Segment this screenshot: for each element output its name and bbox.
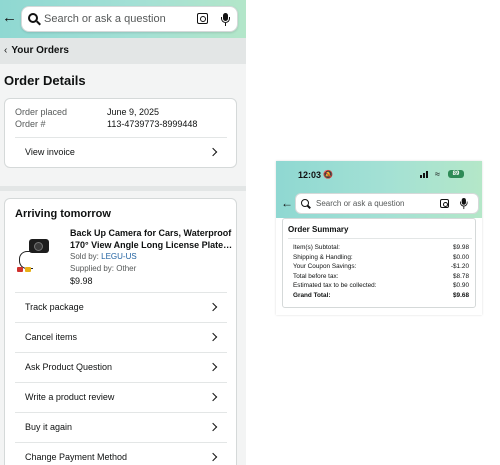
summary-row-shipping: Shipping & Handling: $0.00 [293,253,469,262]
back-arrow-icon[interactable]: ← [281,197,293,209]
view-invoice-label: View invoice [25,147,75,157]
summary-value: $9.98 [453,244,469,251]
search-icon [301,199,312,210]
divider [15,322,227,323]
action-label: Change Payment Method [25,452,128,462]
chevron-right-icon [208,422,218,432]
seller-link[interactable]: LEGU-US [101,252,137,261]
camera-icon[interactable] [197,13,208,24]
order-number-label: Order # [15,119,46,129]
chevron-right-icon [208,147,218,157]
product-camera-lens [34,242,43,251]
product-plug-red [17,267,23,272]
mic-icon[interactable] [221,13,230,26]
product-plug-yellow [25,267,31,272]
action-cancel-items[interactable]: Cancel items [5,322,238,352]
search-icon [28,13,42,27]
battery-icon: 89 [448,170,464,178]
supplied-by: Supplied by: Other [70,264,137,273]
bell-icon: 🔕 [323,170,333,179]
divider [15,412,227,413]
delivery-status-heading: Arriving tomorrow [15,208,111,220]
divider [15,292,227,293]
chevron-right-icon [208,302,218,312]
action-buy-again[interactable]: Buy it again [5,412,238,442]
search-placeholder: Search or ask a question [44,13,166,25]
order-summary-title: Order Summary [288,225,349,234]
action-write-review[interactable]: Write a product review [5,382,238,412]
status-time: 12:03 [298,170,322,180]
product-image[interactable] [15,229,61,275]
order-summary-card: Order Summary Item(s) Subtotal: $9.98 Sh… [282,218,476,308]
divider [15,442,227,443]
action-ask-product-question[interactable]: Ask Product Question [5,352,238,382]
page-title: Order Details [4,73,86,88]
order-details-screen: ← Search or ask a question ‹ Your Orders … [0,0,246,465]
action-label: Buy it again [25,422,73,432]
summary-row-coupon: Your Coupon Savings: -$1.20 [293,262,469,271]
product-title-line-2: 170° View Angle Long License Plate… [70,240,232,250]
section-divider [0,186,246,191]
breadcrumb[interactable]: ‹ Your Orders [4,45,69,56]
chevron-left-icon: ‹ [4,45,8,56]
summary-row-grand-total: Grand Total: $9.68 [293,291,469,300]
divider [288,238,472,239]
summary-row-subtotal: Item(s) Subtotal: $9.98 [293,243,469,252]
product-title[interactable]: Back Up Camera for Cars, Waterproof 170°… [70,227,232,251]
chevron-right-icon [208,452,218,462]
sold-by-label: Sold by: [70,252,99,261]
summary-value: $9.68 [453,291,469,299]
chevron-right-icon [208,392,218,402]
order-placed-label: Order placed [15,107,68,117]
chevron-right-icon [208,332,218,342]
mic-icon[interactable] [460,198,468,210]
action-track-package[interactable]: Track package [5,292,238,322]
summary-label: Grand Total: [293,291,331,299]
summary-label: Your Coupon Savings: [293,263,357,270]
sold-by: Sold by: LEGU-US [70,252,137,261]
summary-label: Item(s) Subtotal: [293,244,340,251]
action-label: Write a product review [25,392,115,402]
order-summary-screen: 12:03 🔕 ≈ 89 ← Search or ask a question … [276,161,482,315]
summary-value: -$1.20 [450,263,469,270]
summary-label: Estimated tax to be collected: [293,282,377,289]
summary-label: Shipping & Handling: [293,253,353,261]
search-input[interactable]: Search or ask a question [21,6,238,32]
product-title-line-1: Back Up Camera for Cars, Waterproof [70,228,232,238]
search-input[interactable]: Search or ask a question [295,193,479,214]
chevron-right-icon [208,362,218,372]
camera-icon[interactable] [440,199,449,208]
wifi-icon: ≈ [435,169,440,179]
search-placeholder: Search or ask a question [316,199,405,208]
summary-row-tax: Estimated tax to be collected: $0.90 [293,281,469,290]
action-label: Track package [25,302,84,312]
product-price: $9.98 [70,276,93,286]
view-invoice-row[interactable]: View invoice [5,138,238,168]
action-label: Ask Product Question [25,362,113,372]
arriving-card: Arriving tomorrow Back Up Camera for Car… [4,198,237,465]
breadcrumb-bar: ‹ Your Orders [0,38,246,64]
breadcrumb-label: Your Orders [11,45,69,56]
summary-value: $0.00 [453,253,469,261]
divider [15,352,227,353]
header-bar: ← Search or ask a question [0,0,246,38]
order-placed-value: June 9, 2025 [107,107,160,117]
divider [15,382,227,383]
signal-icon [420,171,430,178]
summary-row-before-tax: Total before tax: $8.78 [293,272,469,281]
action-label: Cancel items [25,332,78,342]
back-arrow-icon[interactable]: ← [2,10,17,25]
summary-value: $8.78 [453,272,469,280]
summary-label: Total before tax: [293,272,339,280]
order-number-value: 113-4739773-8999448 [107,119,198,129]
order-info-card: Order placed June 9, 2025 Order # 113-47… [4,98,237,168]
summary-value: $0.90 [453,282,469,289]
action-change-payment[interactable]: Change Payment Method [5,442,238,465]
